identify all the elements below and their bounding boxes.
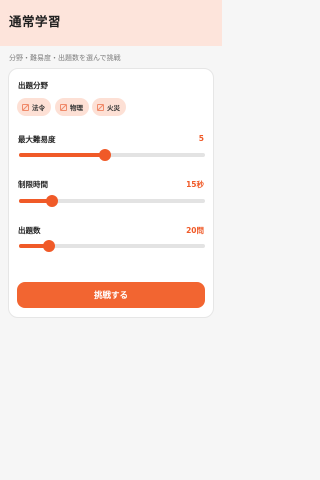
time-limit-label: 制限時間 [18,180,48,189]
settings-card: 出題分野 法令 物理 火災 最大難易度 5 制限時間 15秒 出題数 20問 挑… [8,68,214,318]
page-subtitle: 分野・難易度・出題数を選んで挑戦 [9,54,121,62]
page-title: 通常学習 [9,14,62,29]
chip-label: 法令 [32,104,45,112]
slashed-square-icon [97,103,104,111]
question-count-label: 出題数 [18,226,41,235]
challenge-button[interactable]: 挑戦する [17,282,205,308]
chip-butsuri[interactable]: 物理 [55,98,89,116]
time-limit-value: 15秒 [186,180,204,189]
difficulty-slider-fill [19,153,105,157]
time-limit-slider-thumb[interactable] [46,195,59,207]
question-count-slider[interactable] [19,240,205,252]
difficulty-label: 最大難易度 [18,135,56,144]
difficulty-slider[interactable] [19,149,205,161]
chip-hourei[interactable]: 法令 [17,98,51,116]
app-header: 通常学習 [0,0,222,46]
difficulty-value: 5 [198,134,204,143]
difficulty-slider-thumb[interactable] [98,149,111,161]
slashed-square-icon [22,103,29,111]
chip-label: 火災 [107,104,120,112]
slashed-square-icon [60,103,67,111]
time-limit-slider[interactable] [19,195,205,207]
category-label: 出題分野 [18,81,48,90]
chip-kasai[interactable]: 火災 [92,98,126,116]
question-count-value: 20問 [186,226,204,235]
chip-label: 物理 [70,104,83,112]
question-count-slider-thumb[interactable] [42,240,55,252]
